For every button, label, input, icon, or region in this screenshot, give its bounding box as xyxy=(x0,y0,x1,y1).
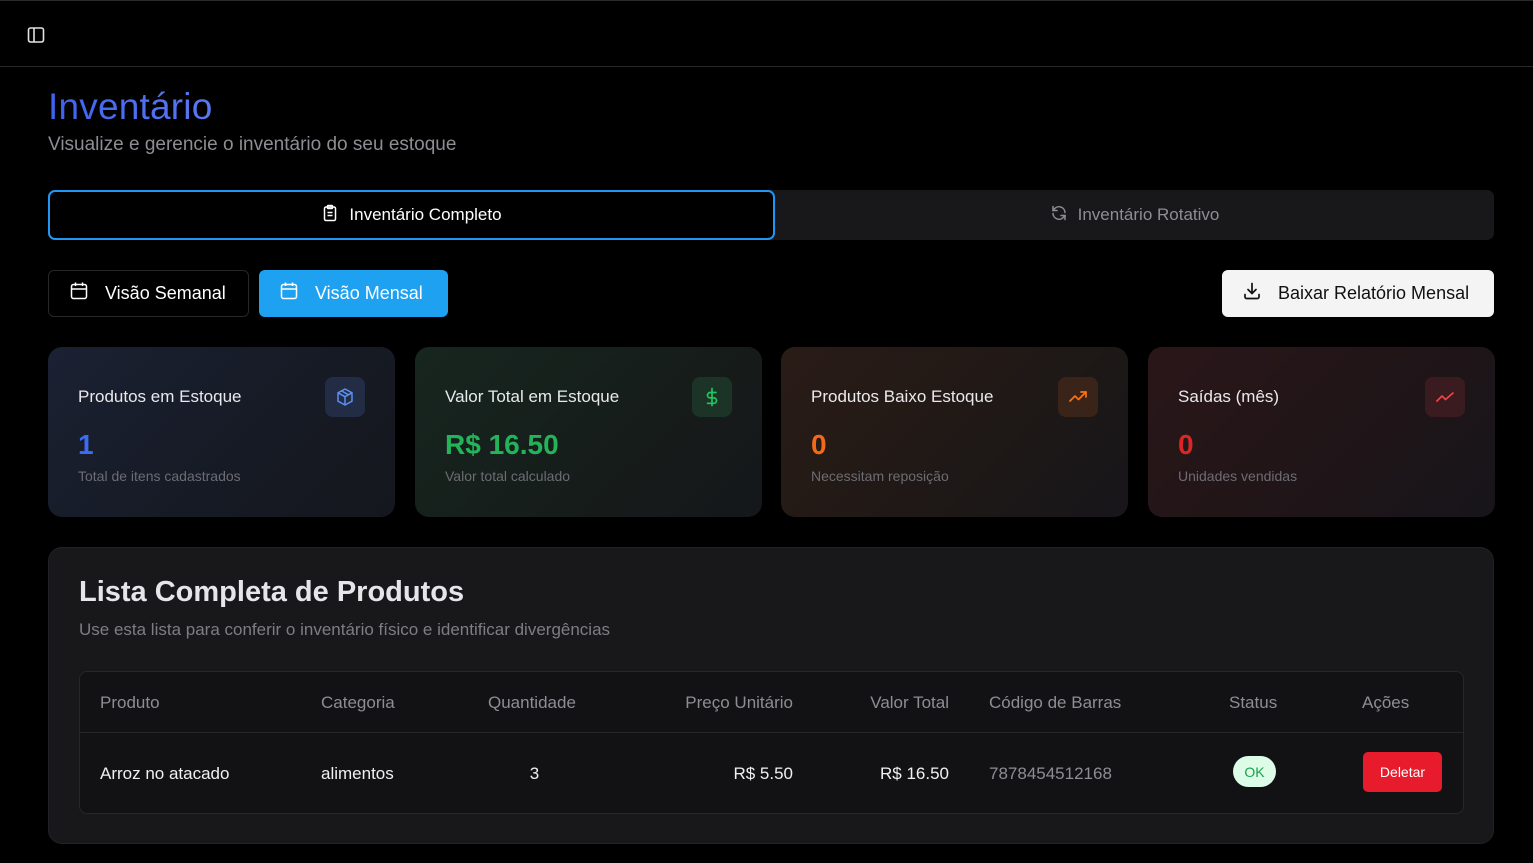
column-header-preco-unitario: Preço Unitário xyxy=(685,693,793,712)
stat-hint: Necessitam reposição xyxy=(811,468,949,484)
table-header: Produto Categoria Quantidade Preço Unitá… xyxy=(80,672,1463,733)
trending-down-icon xyxy=(1425,377,1465,417)
calendar-icon xyxy=(69,281,89,306)
sidebar-panel-icon[interactable] xyxy=(24,23,48,47)
status-badge: OK xyxy=(1233,756,1276,787)
stat-card-produtos-estoque: Produtos em Estoque 1 Total de itens cad… xyxy=(48,347,395,517)
column-header-produto: Produto xyxy=(100,693,160,712)
stat-value: 0 xyxy=(1178,429,1194,460)
stat-label: Valor Total em Estoque xyxy=(445,387,620,406)
stat-label: Saídas (mês) xyxy=(1178,387,1280,406)
column-header-codigo-barras: Código de Barras xyxy=(989,693,1122,712)
stat-card-valor-total: Valor Total em Estoque R$ 16.50 Valor to… xyxy=(415,347,762,517)
column-header-valor-total: Valor Total xyxy=(870,693,949,712)
monthly-view-button[interactable]: Visão Mensal xyxy=(259,270,448,317)
download-report-label: Baixar Relatório Mensal xyxy=(1278,283,1470,303)
inventory-tabs: Inventário Completo Inventário Rotativo xyxy=(48,190,1494,240)
product-list-subtitle: Use esta lista para conferir o inventári… xyxy=(79,620,611,639)
cell-valor-total: R$ 16.50 xyxy=(880,764,949,783)
product-list-title: Lista Completa de Produtos xyxy=(79,576,465,608)
column-header-quantidade: Quantidade xyxy=(488,693,576,712)
trending-up-icon xyxy=(1058,377,1098,417)
clipboard-icon xyxy=(321,204,339,227)
tab-label: Inventário Completo xyxy=(349,205,502,224)
calendar-icon xyxy=(279,281,299,306)
stat-value: R$ 16.50 xyxy=(445,429,559,460)
delete-button[interactable]: Deletar xyxy=(1363,752,1442,792)
cell-produto: Arroz no atacado xyxy=(100,764,230,783)
stat-hint: Total de itens cadastrados xyxy=(78,468,241,484)
cell-quantidade: 3 xyxy=(529,764,540,783)
stat-label: Produtos Baixo Estoque xyxy=(811,387,994,406)
page-subtitle: Visualize e gerencie o inventário do seu… xyxy=(48,134,457,155)
box-icon xyxy=(325,377,365,417)
stat-hint: Valor total calculado xyxy=(445,468,571,484)
tab-inventario-rotativo[interactable]: Inventário Rotativo xyxy=(771,190,1498,240)
stat-value: 1 xyxy=(78,429,94,460)
refresh-icon xyxy=(1050,204,1068,227)
stat-value: 0 xyxy=(811,429,827,460)
monthly-view-label: Visão Mensal xyxy=(315,283,423,303)
tab-label: Inventário Rotativo xyxy=(1077,205,1220,224)
stat-card-baixo-estoque: Produtos Baixo Estoque 0 Necessitam repo… xyxy=(781,347,1128,517)
products-table: Produto Categoria Quantidade Preço Unitá… xyxy=(79,671,1464,814)
tab-inventario-completo[interactable]: Inventário Completo xyxy=(48,190,775,240)
column-header-status: Status xyxy=(1229,693,1278,712)
cell-preco-unitario: R$ 5.50 xyxy=(733,764,793,783)
cell-categoria: alimentos xyxy=(321,764,394,783)
stat-card-saidas-mes: Saídas (mês) 0 Unidades vendidas xyxy=(1148,347,1495,517)
dollar-icon xyxy=(692,377,732,417)
column-header-acoes: Ações xyxy=(1362,693,1410,712)
page-title: Inventário xyxy=(48,86,213,127)
column-header-categoria: Categoria xyxy=(321,693,395,712)
download-report-button[interactable]: Baixar Relatório Mensal xyxy=(1222,270,1494,317)
download-icon xyxy=(1242,281,1262,306)
cell-codigo-barras: 7878454512168 xyxy=(989,764,1112,783)
weekly-view-label: Visão Semanal xyxy=(105,283,226,303)
product-list-panel: Lista Completa de Produtos Use esta list… xyxy=(48,547,1494,844)
top-bar xyxy=(0,0,1533,67)
stat-label: Produtos em Estoque xyxy=(78,387,242,406)
stat-hint: Unidades vendidas xyxy=(1178,468,1298,484)
weekly-view-button[interactable]: Visão Semanal xyxy=(48,270,249,317)
